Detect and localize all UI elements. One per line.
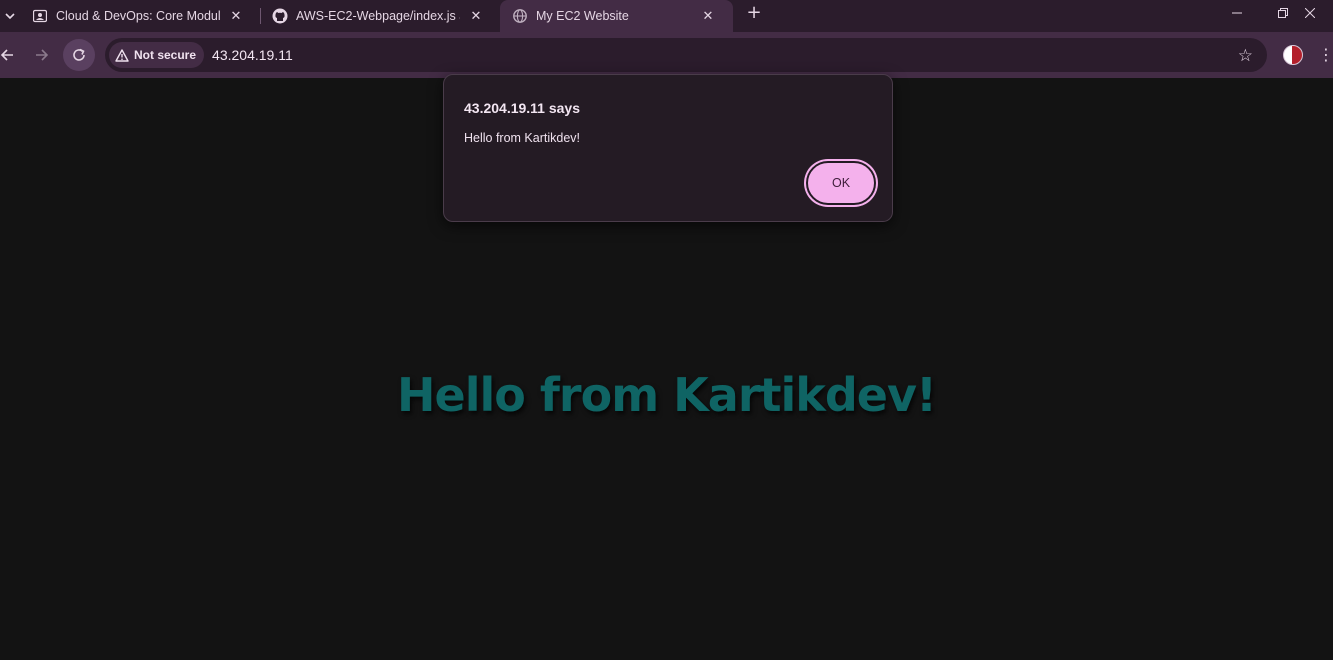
minimize-icon[interactable] bbox=[1214, 0, 1260, 26]
page-heading: Hello from Kartikdev! bbox=[397, 368, 937, 422]
tab-strip: Cloud & DevOps: Core Module ✕ AWS-EC2-We… bbox=[0, 0, 1333, 32]
browser-toolbar: Not secure 43.204.19.11 ☆ ⋮ bbox=[0, 32, 1333, 78]
reload-icon[interactable] bbox=[63, 39, 95, 71]
security-chip-label: Not secure bbox=[134, 48, 197, 62]
forward-arrow-icon[interactable] bbox=[26, 39, 58, 71]
security-chip[interactable]: Not secure bbox=[109, 42, 205, 68]
profile-avatar[interactable] bbox=[1283, 45, 1303, 65]
classroom-icon bbox=[32, 8, 48, 24]
tab-github[interactable]: AWS-EC2-Webpage/index.js at ✕ bbox=[260, 0, 500, 32]
new-tab-plus-icon[interactable]: + bbox=[744, 4, 764, 24]
close-icon[interactable]: ✕ bbox=[468, 8, 484, 24]
close-icon[interactable]: ✕ bbox=[700, 8, 716, 24]
warning-triangle-icon bbox=[115, 48, 129, 62]
bookmark-star-icon[interactable]: ☆ bbox=[1238, 46, 1253, 66]
github-icon bbox=[272, 8, 288, 24]
tab-search-chevron-icon[interactable] bbox=[0, 4, 20, 28]
tab-cloud-devops[interactable]: Cloud & DevOps: Core Module ✕ bbox=[20, 0, 260, 32]
window-close-icon[interactable] bbox=[1287, 0, 1333, 26]
address-bar[interactable]: Not secure 43.204.19.11 ☆ bbox=[105, 38, 1267, 72]
dialog-title: 43.204.19.11 says bbox=[464, 100, 581, 116]
tab-title: AWS-EC2-Webpage/index.js at bbox=[296, 9, 460, 23]
tab-my-ec2-website[interactable]: My EC2 Website ✕ bbox=[500, 0, 733, 32]
globe-icon bbox=[512, 8, 528, 24]
ok-button[interactable]: OK bbox=[806, 161, 876, 205]
alert-dialog: 43.204.19.11 says Hello from Kartikdev! … bbox=[443, 74, 893, 222]
dialog-message: Hello from Kartikdev! bbox=[464, 131, 581, 145]
close-icon[interactable]: ✕ bbox=[228, 8, 244, 24]
menu-dots-icon[interactable]: ⋮ bbox=[1318, 44, 1333, 66]
url-text[interactable]: 43.204.19.11 bbox=[212, 47, 293, 63]
tab-title: My EC2 Website bbox=[536, 9, 629, 23]
back-arrow-icon[interactable] bbox=[0, 39, 23, 71]
tab-title: Cloud & DevOps: Core Module bbox=[56, 9, 220, 23]
